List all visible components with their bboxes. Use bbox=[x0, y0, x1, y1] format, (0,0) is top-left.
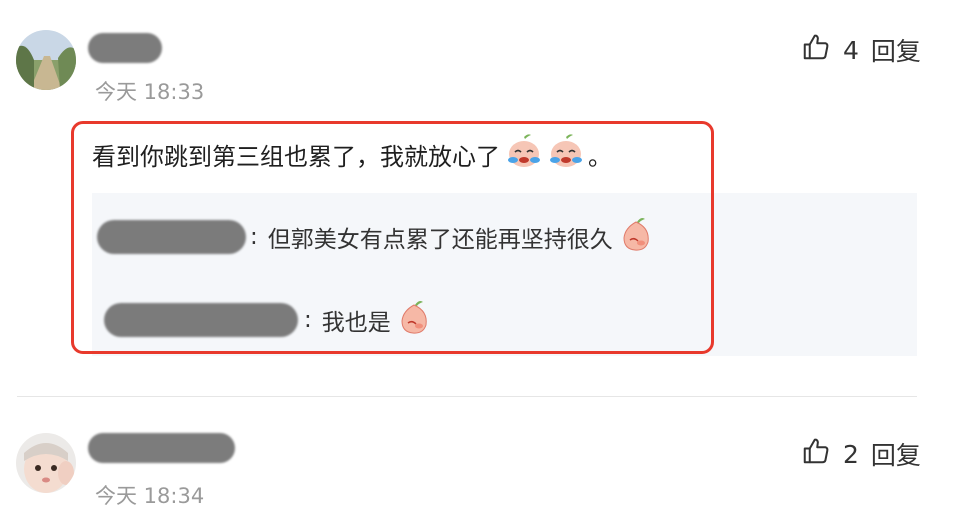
like-count: 2 bbox=[843, 439, 859, 469]
like-count: 4 bbox=[843, 35, 859, 65]
username-blurred[interactable] bbox=[88, 33, 162, 63]
highlight-annotation-box bbox=[71, 121, 714, 354]
comment-time: 今天 18:34 bbox=[95, 484, 205, 508]
thumbs-up-icon bbox=[801, 32, 843, 68]
comment-divider bbox=[17, 396, 917, 397]
like-button[interactable]: 4 回复 bbox=[801, 32, 921, 68]
avatar[interactable] bbox=[16, 30, 76, 90]
like-button[interactable]: 2 回复 bbox=[801, 436, 921, 472]
username-blurred[interactable] bbox=[88, 433, 235, 463]
reply-label[interactable]: 回复 bbox=[871, 436, 921, 472]
comment-time: 今天 18:33 bbox=[95, 80, 205, 104]
thumbs-up-icon bbox=[801, 436, 843, 472]
reply-label[interactable]: 回复 bbox=[871, 32, 921, 68]
avatar[interactable] bbox=[16, 433, 76, 493]
